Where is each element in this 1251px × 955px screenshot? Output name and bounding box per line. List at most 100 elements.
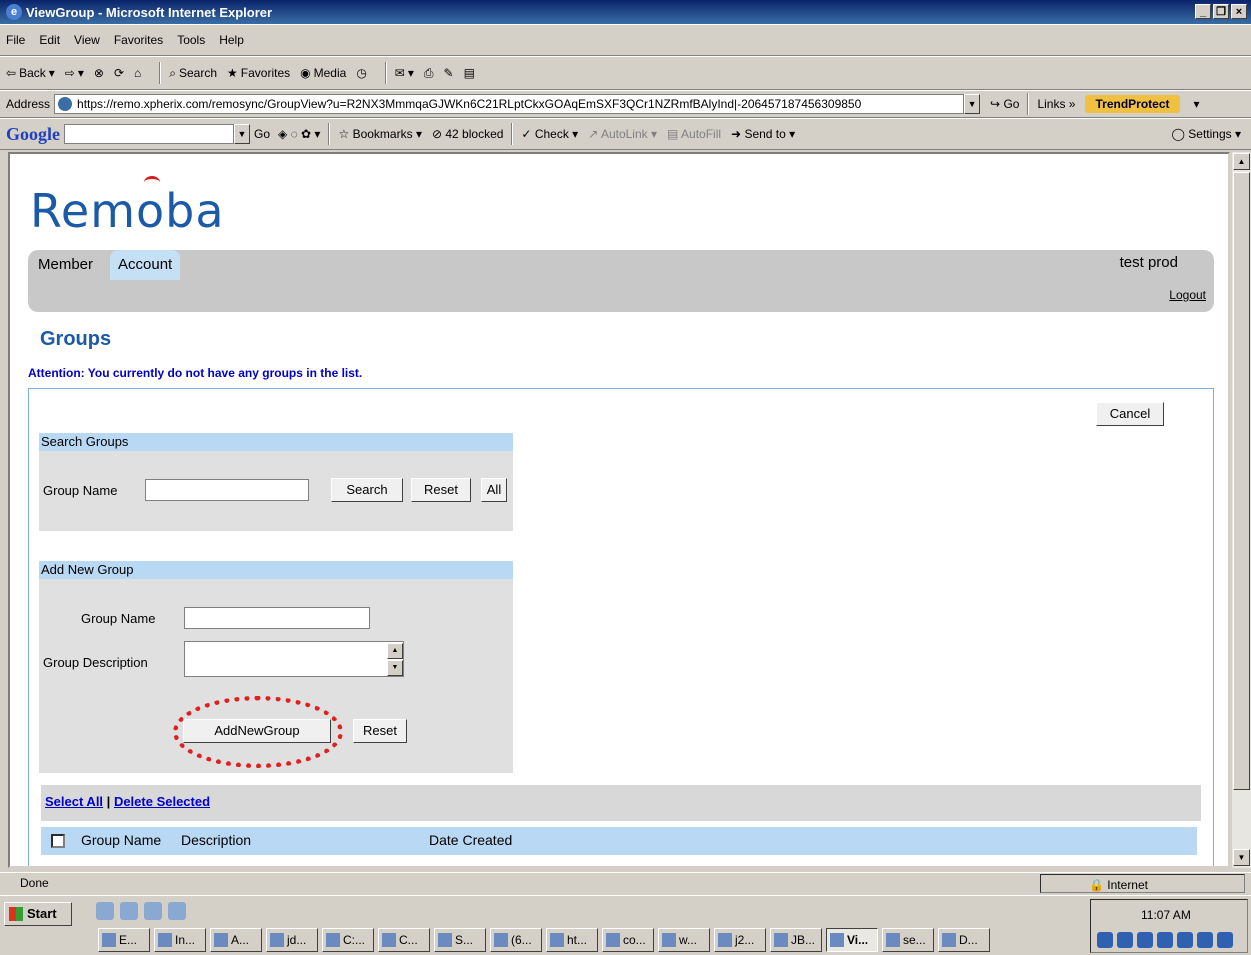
mail-notify-icon[interactable] bbox=[1197, 932, 1213, 948]
menu-file[interactable]: File bbox=[6, 33, 25, 47]
menu-view[interactable]: View bbox=[74, 33, 100, 47]
logout-link[interactable]: Logout bbox=[1169, 288, 1206, 302]
internet-explorer-icon[interactable] bbox=[144, 902, 162, 920]
address-input[interactable]: https://remo.xpherix.com/remosync/GroupV… bbox=[54, 94, 965, 114]
search-reset-button[interactable]: Reset bbox=[411, 478, 471, 502]
tray-app-icon[interactable] bbox=[1117, 932, 1133, 948]
scrollbar-thumb[interactable] bbox=[1233, 172, 1250, 790]
page-scrollbar[interactable]: ▲ ▼ bbox=[1232, 152, 1251, 868]
tray-misc-icon[interactable] bbox=[1217, 932, 1233, 948]
taskbar-item[interactable]: j2... bbox=[714, 928, 766, 952]
select-all-checkbox[interactable] bbox=[51, 834, 65, 848]
status-text: Done bbox=[20, 876, 49, 890]
print-button[interactable]: ⎙ bbox=[424, 66, 434, 81]
taskbar-item[interactable]: C... bbox=[378, 928, 430, 952]
group-description-textarea[interactable]: ▲ ▼ bbox=[184, 641, 404, 677]
taskbar-item[interactable]: In... bbox=[154, 928, 206, 952]
refresh-icon: ⟳ bbox=[113, 66, 124, 80]
edit-icon: ✎ bbox=[443, 66, 454, 80]
stop-button[interactable]: ⊗ bbox=[94, 66, 104, 80]
taskbar-item[interactable]: co... bbox=[602, 928, 654, 952]
autofill-button[interactable]: ▤ AutoFill bbox=[667, 127, 721, 141]
back-button[interactable]: ⇦ Back ▾ bbox=[6, 66, 55, 80]
taskbar-item[interactable]: C:... bbox=[322, 928, 374, 952]
mail-button[interactable]: ✉ ▾ bbox=[395, 66, 414, 80]
links-button[interactable]: Links » bbox=[1037, 97, 1075, 111]
clock[interactable]: 11:07 AM bbox=[1141, 908, 1191, 922]
media-button[interactable]: ◉ Media bbox=[300, 66, 346, 80]
menu-favorites[interactable]: Favorites bbox=[114, 33, 163, 47]
select-all-link[interactable]: Select All bbox=[45, 794, 103, 809]
menu-help[interactable]: Help bbox=[219, 33, 244, 47]
taskbar-item[interactable]: jd... bbox=[266, 928, 318, 952]
go-button[interactable]: ↪ Go bbox=[990, 97, 1019, 111]
trendprotect-button[interactable]: TrendProtect bbox=[1085, 95, 1180, 113]
taskbar-item[interactable]: ht... bbox=[546, 928, 598, 952]
google-search-input[interactable] bbox=[64, 124, 234, 144]
address-dropdown-icon[interactable]: ▼ bbox=[964, 94, 981, 114]
scroll-down-icon[interactable]: ▼ bbox=[387, 660, 403, 676]
search-button[interactable]: ⌕ Search bbox=[169, 66, 217, 81]
task-buttons: E... In... A... jd... C:... C... S... (6… bbox=[98, 928, 990, 952]
spell-check-button[interactable]: ✓ Check ▾ bbox=[521, 127, 578, 141]
site-nav-bar: Member Account test prod Logout bbox=[28, 250, 1214, 312]
new-group-name-input[interactable] bbox=[184, 607, 370, 629]
taskbar-item[interactable]: se... bbox=[882, 928, 934, 952]
autolink-button[interactable]: ↗ AutoLink ▾ bbox=[588, 127, 657, 141]
search-group-name-input[interactable] bbox=[145, 479, 309, 501]
column-date-created[interactable]: Date Created bbox=[429, 832, 512, 848]
add-new-group-header: Add New Group bbox=[39, 561, 513, 579]
scroll-up-arrow-icon[interactable]: ▲ bbox=[1233, 153, 1250, 170]
discuss-button[interactable]: ▤ bbox=[464, 66, 475, 80]
tab-account[interactable]: Account bbox=[110, 250, 181, 280]
restore-icon[interactable]: ❐ bbox=[1213, 4, 1229, 19]
minimize-icon[interactable]: _ bbox=[1195, 4, 1211, 19]
google-dropdown-icon[interactable]: ▼ bbox=[234, 124, 250, 144]
taskbar-item-active[interactable]: Vi... bbox=[826, 928, 878, 952]
close-icon[interactable]: × bbox=[1231, 4, 1247, 19]
media-player-icon[interactable] bbox=[168, 902, 186, 920]
scroll-up-icon[interactable]: ▲ bbox=[387, 643, 403, 659]
send-to-button[interactable]: ➜ Send to ▾ bbox=[731, 127, 795, 141]
tab-member[interactable]: Member bbox=[30, 250, 101, 280]
volume-icon[interactable] bbox=[1097, 932, 1113, 948]
taskbar-item[interactable]: w... bbox=[658, 928, 710, 952]
history-icon: ◷ bbox=[356, 66, 367, 80]
show-all-button[interactable]: All bbox=[481, 478, 507, 502]
antivirus-icon[interactable] bbox=[1157, 932, 1173, 948]
menu-tools[interactable]: Tools bbox=[177, 33, 205, 47]
menu-edit[interactable]: Edit bbox=[39, 33, 60, 47]
google-logo[interactable]: Google bbox=[6, 124, 60, 145]
show-desktop-icon[interactable] bbox=[96, 902, 114, 920]
taskbar-item[interactable]: S... bbox=[434, 928, 486, 952]
taskbar-item[interactable]: E... bbox=[98, 928, 150, 952]
add-reset-button[interactable]: Reset bbox=[353, 719, 407, 743]
column-description[interactable]: Description bbox=[181, 832, 251, 848]
favorites-button[interactable]: ★ Favorites bbox=[227, 66, 290, 80]
cancel-button[interactable]: Cancel bbox=[1096, 402, 1164, 426]
taskbar-item[interactable]: (6... bbox=[490, 928, 542, 952]
edit-button[interactable]: ✎ bbox=[444, 66, 454, 80]
search-button[interactable]: Search bbox=[331, 478, 403, 502]
start-button[interactable]: Start bbox=[4, 902, 72, 926]
explorer-icon[interactable] bbox=[120, 902, 138, 920]
delete-selected-link[interactable]: Delete Selected bbox=[114, 794, 210, 809]
popup-blocker-button[interactable]: ⊘ 42 blocked bbox=[432, 127, 503, 141]
column-group-name[interactable]: Group Name bbox=[81, 832, 161, 848]
taskbar-item[interactable]: A... bbox=[210, 928, 262, 952]
messenger-icon[interactable] bbox=[1177, 932, 1193, 948]
refresh-button[interactable]: ⟳ bbox=[114, 66, 124, 80]
google-settings-button[interactable]: ◯ Settings ▾ bbox=[1172, 127, 1242, 141]
forward-button[interactable]: ⇨ ▾ bbox=[65, 66, 84, 80]
history-button[interactable]: ◷ bbox=[356, 66, 366, 80]
bookmarks-button[interactable]: ☆ Bookmarks ▾ bbox=[338, 127, 422, 141]
web-page: Remoba Member Account test prod Logout G… bbox=[8, 152, 1230, 868]
google-go-button[interactable]: Go bbox=[254, 127, 270, 141]
scroll-down-arrow-icon[interactable]: ▼ bbox=[1233, 849, 1250, 866]
network-icon[interactable] bbox=[1137, 932, 1153, 948]
taskbar-item[interactable]: D... bbox=[938, 928, 990, 952]
home-button[interactable]: ⌂ bbox=[134, 66, 141, 80]
google-tools-icon[interactable]: ◈ ◌ ✿ ▾ bbox=[278, 127, 320, 141]
taskbar-item[interactable]: JB... bbox=[770, 928, 822, 952]
trendprotect-dropdown-icon[interactable]: ▾ bbox=[1194, 97, 1200, 111]
